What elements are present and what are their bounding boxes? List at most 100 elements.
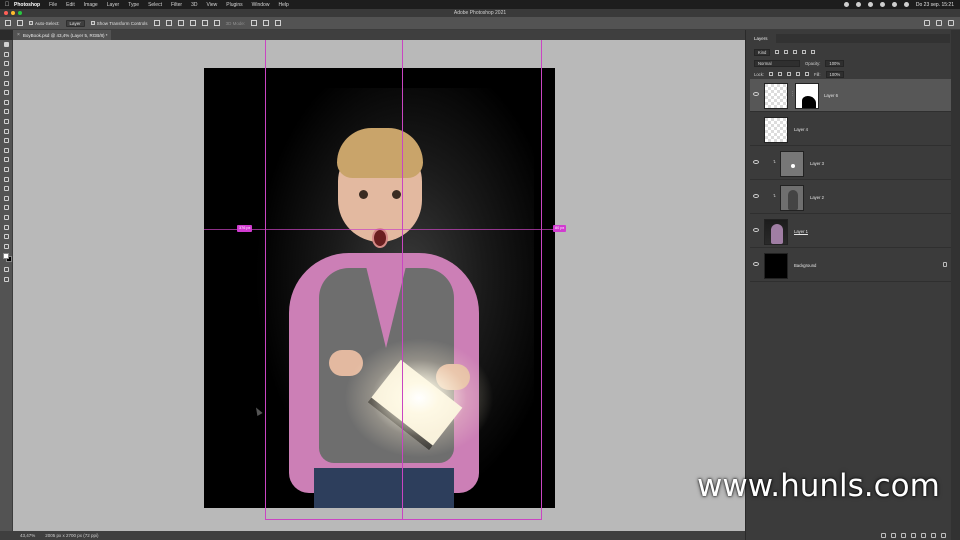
3d-roll-icon[interactable]: [263, 20, 270, 26]
control-center-icon[interactable]: [903, 2, 909, 7]
kind-filter-dropdown[interactable]: Kind: [754, 48, 771, 56]
screen-mode-tool[interactable]: [0, 275, 13, 285]
auto-select-option[interactable]: Auto-Select:: [29, 21, 60, 26]
brush-tool[interactable]: [0, 117, 13, 127]
layer-row-layer-2[interactable]: ↴ Layer 2: [750, 181, 955, 214]
path-select-tool[interactable]: [0, 203, 13, 213]
dodge-tool[interactable]: [0, 174, 13, 184]
guide-horizontal-bottom[interactable]: [265, 519, 542, 520]
move-tool-icon[interactable]: [17, 20, 23, 26]
layer-row-background[interactable]: Background: [750, 249, 955, 282]
fill-field[interactable]: 100%: [825, 70, 845, 78]
layer-thumbnail[interactable]: [764, 83, 788, 109]
layer-thumbnail[interactable]: [764, 219, 788, 245]
add-mask-icon[interactable]: [901, 532, 906, 538]
menu-plugins[interactable]: Plugins: [226, 2, 242, 8]
layer-thumbnail[interactable]: [764, 117, 788, 143]
menu-type[interactable]: Type: [128, 2, 139, 8]
transform-controls-option[interactable]: Show Transform Controls: [90, 21, 148, 26]
smart-object-filter-icon[interactable]: [811, 50, 816, 54]
lock-pixels-icon[interactable]: [778, 72, 783, 76]
lock-artboard-icon[interactable]: [796, 72, 801, 76]
clone-stamp-tool[interactable]: [0, 126, 13, 136]
crop-tool[interactable]: [0, 78, 13, 88]
opacity-field[interactable]: 100%: [825, 59, 845, 67]
layer-name[interactable]: Layer 6: [824, 93, 838, 98]
zoom-tool[interactable]: [0, 232, 13, 242]
align-bottom-icon[interactable]: [213, 20, 220, 26]
apple-icon[interactable]: : [0, 2, 14, 8]
adjustment-filter-icon[interactable]: [784, 50, 789, 54]
record-icon[interactable]: [843, 2, 849, 7]
foreground-color-swatch[interactable]: [3, 253, 9, 260]
fx-icon[interactable]: [891, 532, 896, 538]
share-icon[interactable]: [948, 20, 954, 26]
hand-tool[interactable]: [0, 222, 13, 232]
eyedropper-tool[interactable]: [0, 98, 13, 108]
guide-vertical-right[interactable]: [541, 40, 542, 520]
layer-name[interactable]: Layer 4: [794, 127, 808, 132]
document-canvas[interactable]: [204, 68, 555, 508]
layer-thumbnail[interactable]: [764, 253, 788, 279]
blend-mode-dropdown[interactable]: Normal: [754, 59, 800, 67]
layer-row-layer-4[interactable]: Layer 4: [750, 113, 955, 146]
type-tool[interactable]: [0, 194, 13, 204]
lock-transparent-icon[interactable]: [769, 72, 774, 76]
adjustment-layer-icon[interactable]: [911, 532, 916, 538]
menu-window[interactable]: Window: [252, 2, 270, 8]
align-middle-icon[interactable]: [201, 20, 208, 26]
lasso-tool[interactable]: [0, 59, 13, 69]
gradient-tool[interactable]: [0, 155, 13, 165]
wifi-icon[interactable]: [879, 2, 885, 7]
quick-select-tool[interactable]: [0, 69, 13, 79]
layer-row-layer-3[interactable]: ↴ Layer 3: [750, 147, 955, 180]
lock-all-icon[interactable]: [805, 72, 810, 76]
quick-mask-tool[interactable]: [0, 265, 13, 275]
layer-row-layer-1[interactable]: Layer 1: [750, 215, 955, 248]
eraser-tool[interactable]: [0, 146, 13, 156]
healing-brush-tool[interactable]: [0, 107, 13, 117]
move-tool[interactable]: [0, 40, 13, 50]
align-right-icon[interactable]: [177, 20, 184, 26]
layer-thumbnail[interactable]: [780, 185, 804, 211]
transform-controls-checkbox[interactable]: [90, 21, 95, 25]
close-tab-icon[interactable]: ×: [17, 32, 20, 38]
trash-icon[interactable]: [941, 532, 946, 538]
menu-view[interactable]: View: [207, 2, 218, 8]
visibility-eye-icon[interactable]: [753, 194, 759, 198]
menu-filter[interactable]: Filter: [171, 2, 182, 8]
menu-layer[interactable]: Layer: [107, 2, 120, 8]
layer-name[interactable]: Background: [794, 263, 816, 268]
menu-app-photoshop[interactable]: Photoshop: [14, 2, 40, 8]
history-brush-tool[interactable]: [0, 136, 13, 146]
document-tab[interactable]: × BoyBook.psd @ 43,4% (Layer 5, RGB/8) *: [13, 30, 111, 40]
menu-help[interactable]: Help: [278, 2, 288, 8]
search-icon[interactable]: [924, 20, 930, 26]
guide-vertical-center[interactable]: [402, 40, 403, 520]
layer-name[interactable]: Layer 2: [810, 195, 824, 200]
marquee-tool[interactable]: [0, 50, 13, 60]
type-filter-icon[interactable]: [793, 50, 798, 54]
align-center-icon[interactable]: [165, 20, 172, 26]
home-icon[interactable]: [5, 20, 11, 26]
layer-thumbnail[interactable]: [780, 151, 804, 177]
layer-name[interactable]: Layer 1: [794, 229, 808, 234]
blur-tool[interactable]: [0, 165, 13, 175]
pen-tool[interactable]: [0, 184, 13, 194]
visibility-eye-icon[interactable]: [753, 160, 759, 164]
zoom-level[interactable]: 43,47%: [20, 533, 35, 538]
pixel-filter-icon[interactable]: [775, 50, 780, 54]
align-top-icon[interactable]: [189, 20, 196, 26]
lock-position-icon[interactable]: [787, 72, 792, 76]
canvas-area[interactable]: 376 px 80 px: [13, 40, 745, 531]
menu-file[interactable]: File: [49, 2, 57, 8]
search-icon[interactable]: [891, 2, 897, 7]
workspace-icon[interactable]: [936, 20, 942, 26]
menu-select[interactable]: Select: [148, 2, 162, 8]
layer-name[interactable]: Layer 3: [810, 161, 824, 166]
guide-vertical-left[interactable]: [265, 40, 266, 520]
new-layer-icon[interactable]: [931, 532, 936, 538]
document-dimensions[interactable]: 2005 px x 2700 px (72 ppi): [45, 533, 98, 538]
3d-orbit-icon[interactable]: [251, 20, 258, 26]
auto-select-checkbox[interactable]: [29, 21, 33, 25]
